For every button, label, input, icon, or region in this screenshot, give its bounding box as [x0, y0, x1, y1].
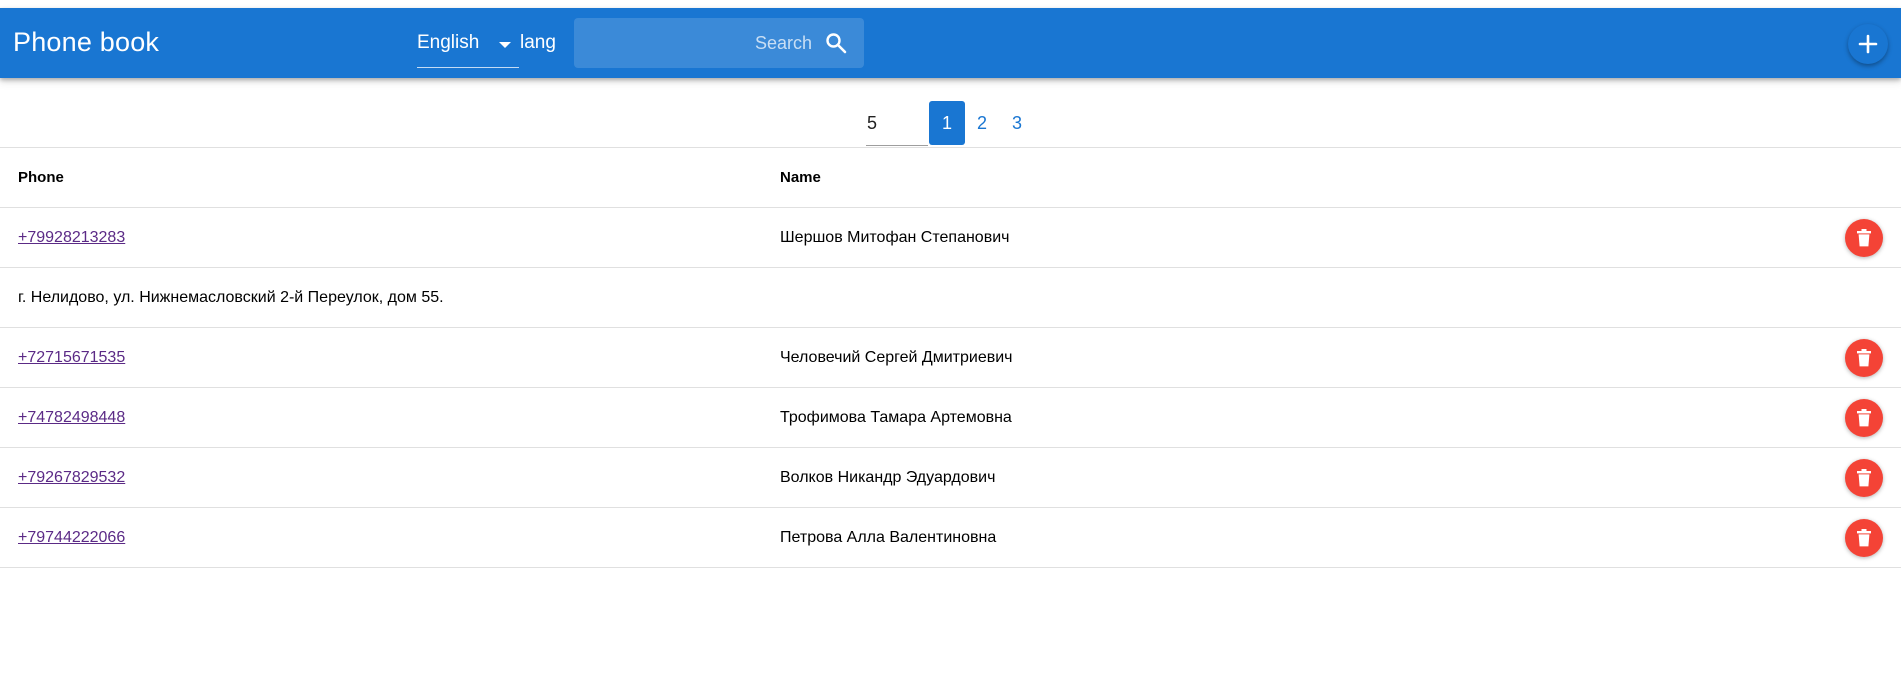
phone-link[interactable]: +79744222066: [18, 529, 125, 546]
search-input[interactable]: Search: [574, 18, 864, 68]
delete-button[interactable]: [1845, 519, 1883, 557]
delete-button[interactable]: [1845, 219, 1883, 257]
contact-name: Петрова Алла Валентиновна: [780, 529, 997, 546]
delete-button[interactable]: [1845, 339, 1883, 377]
contact-address: г. Нелидово, ул. Нижнемасловский 2-й Пер…: [18, 289, 444, 306]
column-header-name: Name: [780, 169, 821, 186]
phone-link[interactable]: +74782498448: [18, 409, 125, 426]
language-select[interactable]: English: [417, 18, 519, 68]
contact-name: Волков Никандр Эдуардович: [780, 469, 996, 486]
trash-icon: [1857, 229, 1871, 247]
table-row[interactable]: +79744222066 Петрова Алла Валентиновна: [0, 508, 1901, 568]
app-title: Phone book: [13, 27, 160, 57]
trash-icon: [1857, 349, 1871, 367]
page-size-select[interactable]: 5: [866, 100, 928, 146]
address-row: г. Нелидово, ул. Нижнемасловский 2-й Пер…: [0, 268, 1901, 328]
trash-icon: [1857, 529, 1871, 547]
phone-link[interactable]: +79267829532: [18, 469, 125, 486]
contact-name: Человечий Сергей Дмитриевич: [780, 349, 1013, 366]
trash-icon: [1857, 469, 1871, 487]
table-row[interactable]: +72715671535 Человечий Сергей Дмитриевич: [0, 328, 1901, 388]
table-row[interactable]: +79267829532 Волков Никандр Эдуардович: [0, 448, 1901, 508]
delete-button[interactable]: [1845, 459, 1883, 497]
phone-link[interactable]: +72715671535: [18, 349, 125, 366]
caret-down-icon: [499, 42, 511, 48]
search-icon[interactable]: [824, 31, 848, 55]
plus-icon: [1858, 34, 1878, 54]
app-bar: Phone book English lang Search: [0, 8, 1901, 78]
language-selected-value: English: [417, 32, 480, 53]
search-placeholder: Search: [754, 33, 812, 53]
page-button-1[interactable]: 1: [929, 101, 965, 145]
table-row[interactable]: +79928213283 Шершов Митофан Степанович: [0, 208, 1901, 268]
add-contact-button[interactable]: [1848, 24, 1888, 64]
phone-table: Phone Name +79928213283 Шершов Митофан С…: [0, 148, 1901, 568]
trash-icon: [1857, 409, 1871, 427]
pagination-bar: 5 1 2 3: [0, 78, 1901, 148]
contact-name: Трофимова Тамара Артемовна: [780, 409, 1012, 426]
page-button-3[interactable]: 3: [999, 101, 1035, 145]
table-header-row: Phone Name: [0, 148, 1901, 208]
page-size-value: 5: [867, 113, 878, 133]
column-header-phone: Phone: [18, 169, 64, 186]
page-button-2[interactable]: 2: [964, 101, 1000, 145]
language-label: lang: [520, 32, 556, 53]
top-strip: [0, 0, 1901, 8]
delete-button[interactable]: [1845, 399, 1883, 437]
table-row[interactable]: +74782498448 Трофимова Тамара Артемовна: [0, 388, 1901, 448]
phone-link[interactable]: +79928213283: [18, 229, 125, 246]
contact-name: Шершов Митофан Степанович: [780, 229, 1010, 246]
